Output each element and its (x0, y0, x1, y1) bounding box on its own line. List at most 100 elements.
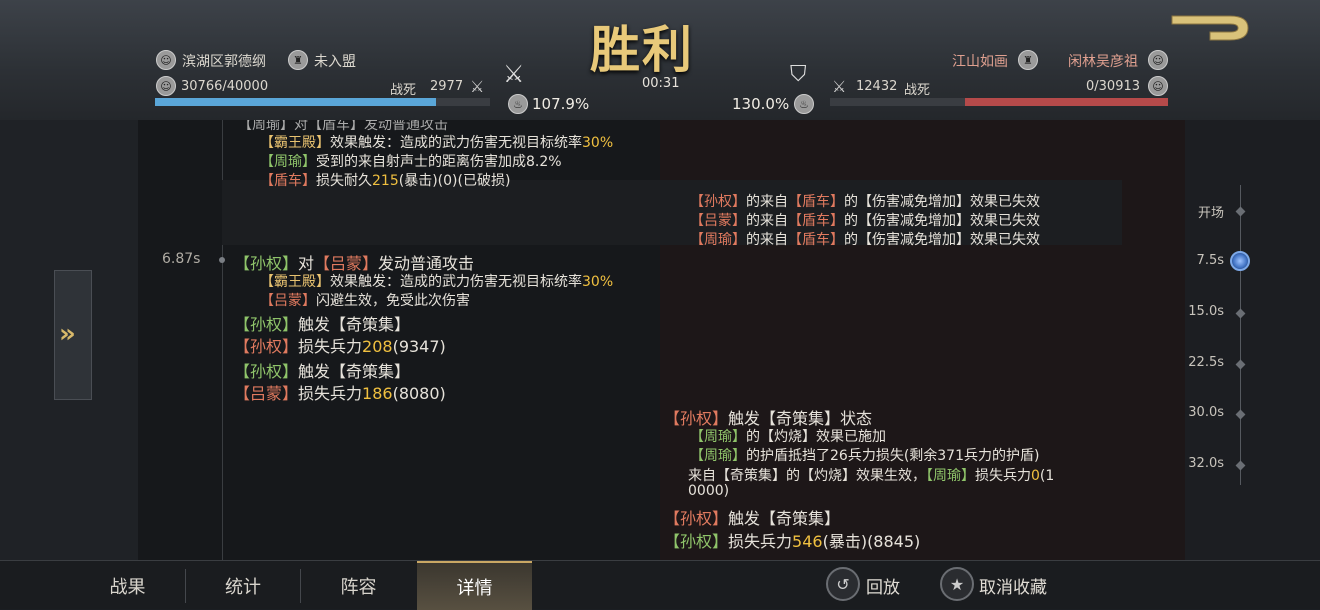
log-text: 触发【奇策集】 (298, 362, 411, 381)
log-hero: 【霸王殿】 (260, 135, 330, 151)
left-troops: 30766/40000 (181, 79, 269, 94)
troops-icon: ☺ (1148, 76, 1168, 96)
right-troops-bar (830, 98, 1168, 106)
log-text: 闪避生效，免受此次伤害 (316, 293, 470, 309)
log-hero: 【周瑜】 (926, 468, 975, 484)
log-text: 的【伤害减免增加】效果已失效 (844, 232, 1040, 248)
tab-stats[interactable]: 统计 (186, 561, 300, 610)
result-title: 胜利 (590, 20, 694, 79)
log-text: 损失兵力 (298, 384, 363, 403)
timeline-label[interactable]: 7.5s (1184, 253, 1224, 268)
replay-icon[interactable]: ↺ (826, 567, 860, 601)
right-dead-label: 战死 (904, 83, 931, 98)
log-number: 208 (362, 337, 393, 356)
right-player-name[interactable]: 闲林吴彦祖 (1068, 51, 1138, 71)
log-hero: 【周瑜】 (690, 448, 746, 464)
log-event: 【孙权】触发【奇策集】 (664, 505, 840, 529)
timeline-label[interactable]: 30.0s (1184, 405, 1224, 420)
log-hero: 【吕蒙】 (234, 384, 299, 403)
log-text: 效果触发：造成的武力伤害无视目标统率 (330, 274, 582, 290)
player-avatar-icon: ☺ (156, 50, 176, 70)
log-number: 30% (582, 274, 614, 290)
back-button[interactable] (1170, 12, 1252, 42)
log-hero: 【孙权】 (690, 194, 746, 210)
log-line: 【霸王殿】效果触发：造成的武力伤害无视目标统率30% (260, 132, 613, 152)
sword-icon: ⚔ (503, 60, 525, 88)
log-hero: 【盾车】 (788, 194, 844, 210)
battle-log[interactable]: 【周瑜】对【盾车】发动普通攻击 【霸王殿】效果触发：造成的武力伤害无视目标统率3… (138, 120, 1185, 560)
left-player-alliance: 未入盟 (314, 54, 356, 70)
timeline-label[interactable]: 22.5s (1184, 355, 1224, 370)
log-text: 的【伤害减免增加】效果已失效 (844, 213, 1040, 229)
log-hero: 【盾车】 (788, 232, 844, 248)
left-percent: 107.9% (532, 95, 590, 113)
timeline-panel (1185, 120, 1320, 560)
troops-icon: ☺ (156, 76, 176, 96)
log-text: 受到的来自射声士的距离伤害加成8.2% (316, 154, 562, 170)
crossed-swords-icon: ⚔ (832, 77, 847, 96)
unfavorite-button[interactable]: 取消收藏 (979, 573, 1047, 598)
log-text: 触发【奇策集】 (728, 509, 841, 528)
time-marker: 6.87s (162, 251, 201, 267)
timeline-label[interactable]: 32.0s (1184, 456, 1224, 471)
log-hero: 【周瑜】 (690, 429, 746, 445)
log-event: 【孙权】损失兵力546(暴击)(8845) (664, 528, 920, 552)
log-event: 【吕蒙】损失兵力186(8080) (234, 380, 446, 404)
timeline-track (1240, 185, 1241, 485)
buff-icon: ♨ (508, 94, 528, 114)
log-text: 的来自 (746, 194, 788, 210)
log-text: 的来自 (746, 213, 788, 229)
left-troops-bar (155, 98, 490, 106)
log-effect: 【霸王殿】 (260, 274, 330, 290)
log-line: 【孙权】的来自【盾车】的【伤害减免增加】效果已失效 (690, 191, 1040, 211)
right-player-alliance: 江山如画 (952, 54, 1008, 70)
tab-result[interactable]: 战果 (70, 561, 185, 610)
log-number: 0 (1031, 468, 1040, 484)
log-text: 损失耐久 (316, 173, 372, 189)
log-text: 的【伤害减免增加】效果已失效 (844, 194, 1040, 210)
log-hero: 【周瑜】 (690, 232, 746, 248)
star-icon[interactable]: ★ (940, 567, 974, 601)
log-hero: 【孙权】 (664, 509, 729, 528)
log-event: 【孙权】损失兵力208(9347) (234, 333, 446, 357)
log-text: 的护盾抵挡了26兵力损失(剩余371兵力的护盾) (746, 448, 1040, 464)
log-text: 损失兵力 (298, 337, 363, 356)
log-hero: 【周瑜】 (260, 154, 316, 170)
log-hero: 【孙权】 (234, 315, 299, 334)
log-hero: 【孙权】 (664, 532, 729, 551)
time-dot (219, 257, 225, 263)
timeline-current-marker[interactable] (1230, 251, 1250, 271)
right-percent: 130.0% (732, 95, 790, 113)
left-dead-count: 2977 (430, 79, 464, 94)
log-line: 【周瑜】的来自【盾车】的【伤害减免增加】效果已失效 (690, 229, 1040, 249)
log-hero: 【盾车】 (788, 213, 844, 229)
log-text: 的来自 (746, 232, 788, 248)
log-hero: 【盾车】 (260, 173, 316, 189)
expand-button[interactable]: » (54, 270, 92, 400)
log-text: (1 (1039, 468, 1055, 484)
log-event: 【孙权】触发【奇策集】 (234, 358, 410, 382)
replay-button[interactable]: 回放 (866, 573, 900, 598)
log-text: 的【灼烧】效果已施加 (746, 429, 886, 445)
log-hero: 【孙权】 (234, 362, 299, 381)
log-hero: 【吕蒙】 (260, 293, 316, 309)
alliance-icon: ♜ (1018, 50, 1038, 70)
log-line: 【周瑜】受到的来自射声士的距离伤害加成8.2% (260, 151, 562, 171)
left-dead-label: 战死 (390, 83, 417, 98)
log-hero: 【吕蒙】 (690, 213, 746, 229)
tab-lineup[interactable]: 阵容 (301, 561, 416, 610)
log-number: 546 (792, 532, 823, 551)
log-line: 【盾车】损失耐久215(暴击)(0)(已破损) (260, 170, 510, 190)
log-hero: 【孙权】 (234, 337, 299, 356)
log-text: (暴击)(0)(已破损) (398, 173, 511, 189)
log-event: 【孙权】触发【奇策集】 (234, 311, 410, 335)
double-chevron-right-icon: » (59, 319, 76, 349)
timeline-label[interactable]: 15.0s (1184, 304, 1224, 319)
left-player-name[interactable]: 滨湖区郭德纲 (182, 51, 266, 71)
tab-details[interactable]: 详情 (417, 561, 532, 610)
right-dead-count: 12432 (856, 79, 898, 94)
timeline-label[interactable]: 开场 (1184, 202, 1224, 221)
log-text: (8080) (392, 384, 446, 403)
log-number: 186 (362, 384, 393, 403)
log-number: 215 (372, 173, 399, 189)
